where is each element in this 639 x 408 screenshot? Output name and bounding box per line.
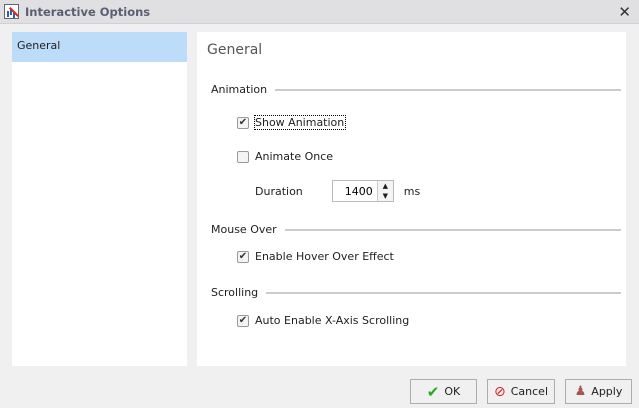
general-panel: General Animation ✔ Show Animation Animat… <box>197 32 626 366</box>
stamp-icon: ♟ <box>574 384 587 399</box>
duration-unit: ms <box>403 184 421 198</box>
checkbox-checked-icon: ✔ <box>237 314 249 327</box>
increment-icon[interactable]: ▲ <box>378 181 393 191</box>
chart-app-icon <box>4 4 19 19</box>
title-bar: Interactive Options ✕ <box>0 0 639 24</box>
page-title: General <box>207 42 263 58</box>
scrolling-section-header: Scrolling <box>211 286 621 299</box>
button-label: Apply <box>591 385 623 398</box>
duration-input[interactable] <box>332 181 377 201</box>
checkbox-label: Enable Hover Over Effect <box>255 250 394 263</box>
checkbox-label: Show Animation <box>253 115 347 130</box>
ok-button[interactable]: ✔ OK <box>410 379 477 404</box>
auto-scroll-checkbox[interactable]: ✔ Auto Enable X-Axis Scrolling <box>237 314 409 327</box>
animation-section-header: Animation <box>211 83 621 96</box>
apply-button[interactable]: ♟ Apply <box>565 379 632 404</box>
hover-effect-checkbox[interactable]: ✔ Enable Hover Over Effect <box>237 250 394 263</box>
sidebar-item-general[interactable]: General <box>12 32 187 62</box>
cancel-icon: ⊘ <box>494 383 506 400</box>
section-label: Animation <box>211 83 268 96</box>
divider <box>275 88 621 91</box>
duration-row: Duration ▲▼ ms <box>255 180 420 202</box>
button-label: Cancel <box>510 385 548 398</box>
divider <box>266 291 621 294</box>
divider <box>284 228 621 231</box>
animate-once-checkbox[interactable]: Animate Once <box>237 150 333 163</box>
checkbox-label: Auto Enable X-Axis Scrolling <box>255 314 410 327</box>
section-label: Mouse Over <box>211 223 277 236</box>
duration-stepper[interactable]: ▲▼ <box>331 180 394 202</box>
show-animation-checkbox[interactable]: ✔ Show Animation <box>237 115 347 130</box>
checkbox-checked-icon: ✔ <box>237 250 249 263</box>
checkbox-unchecked-icon <box>237 150 249 163</box>
checkbox-checked-icon: ✔ <box>237 116 249 129</box>
cancel-button[interactable]: ⊘ Cancel <box>487 379 555 404</box>
section-label: Scrolling <box>211 286 259 299</box>
mouse-over-section-header: Mouse Over <box>211 223 621 236</box>
checkbox-label: Animate Once <box>255 150 334 163</box>
duration-label: Duration <box>255 184 303 198</box>
close-icon[interactable]: ✕ <box>618 3 631 21</box>
window-title: Interactive Options <box>25 5 151 19</box>
decrement-icon[interactable]: ▼ <box>378 191 393 201</box>
checkmark-icon: ✔ <box>426 382 440 401</box>
sidebar: General <box>12 32 187 366</box>
button-label: OK <box>444 385 461 398</box>
